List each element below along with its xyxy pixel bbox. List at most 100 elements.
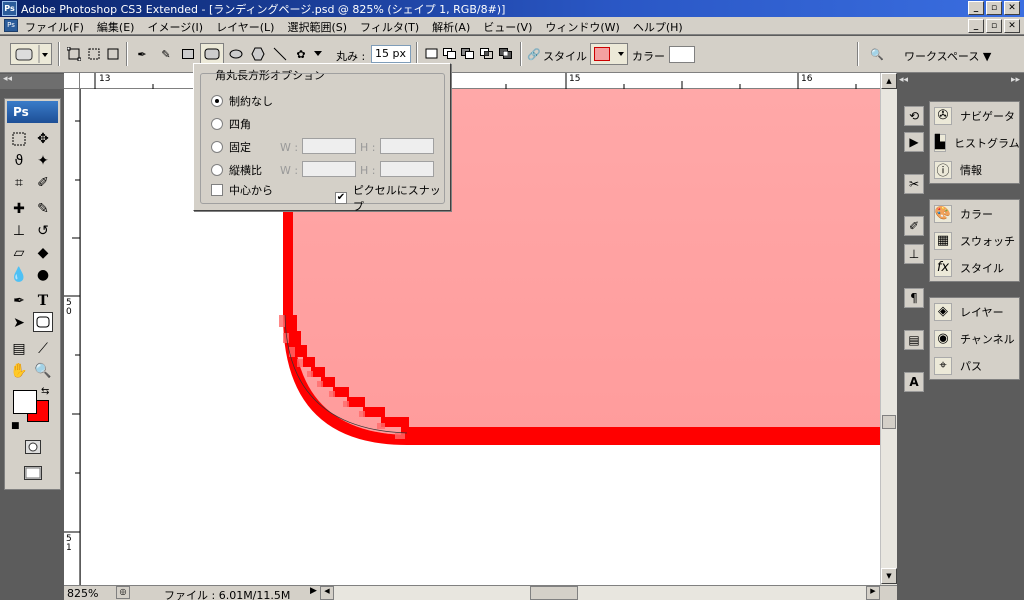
- workspace-menu[interactable]: ワークスペース ▼: [904, 48, 991, 64]
- path-selection-icon[interactable]: ➤: [9, 313, 29, 333]
- custom-shape-icon[interactable]: ✿: [293, 46, 309, 62]
- subtract-shape-mode-icon[interactable]: [460, 46, 476, 62]
- history-icon[interactable]: ⟲: [904, 106, 924, 126]
- menu-image[interactable]: イメージ(I): [147, 19, 203, 35]
- restore-button[interactable]: ▫: [986, 1, 1002, 15]
- eraser-tool-icon[interactable]: ▱: [9, 243, 29, 263]
- tool-presets-icon[interactable]: ✂: [904, 174, 924, 194]
- pen-tool-icon[interactable]: ✒: [134, 46, 150, 62]
- polygon-shape-icon[interactable]: [250, 46, 266, 62]
- default-colors-icon[interactable]: ■: [11, 421, 20, 431]
- horizontal-scroll-thumb[interactable]: [530, 586, 578, 600]
- ruler-origin[interactable]: [64, 73, 80, 89]
- menu-filter[interactable]: フィルタ(T): [360, 19, 419, 35]
- brushes-icon[interactable]: ✐: [904, 216, 924, 236]
- lasso-tool-icon[interactable]: ϑ: [9, 151, 29, 171]
- zoom-level[interactable]: 825%: [67, 587, 98, 600]
- foreground-color-swatch[interactable]: [13, 390, 37, 414]
- panel-channels[interactable]: ◉ チャンネル: [930, 325, 1019, 352]
- radio-unconstrained[interactable]: 制約なし: [211, 93, 273, 109]
- document-icon[interactable]: Ps: [4, 19, 18, 32]
- menu-view[interactable]: ビュー(V): [483, 19, 532, 35]
- hand-tool-icon[interactable]: ✋: [9, 361, 29, 381]
- menu-window[interactable]: ウィンドウ(W): [545, 19, 619, 35]
- toolbox-collapse-bar[interactable]: ◂◂: [0, 74, 64, 89]
- menu-edit[interactable]: 編集(E): [97, 19, 135, 35]
- ratio-width-field[interactable]: [302, 161, 356, 177]
- swap-colors-icon[interactable]: ⇆: [41, 386, 49, 397]
- panel-color[interactable]: 🎨 カラー: [930, 200, 1019, 227]
- scroll-thumb[interactable]: [882, 415, 896, 429]
- snap-to-pixels-checkbox[interactable]: ✔ ピクセルにスナップ: [335, 182, 450, 214]
- status-menu-arrow-icon[interactable]: ▶: [310, 586, 317, 596]
- eyedropper-icon[interactable]: ⟋: [33, 339, 53, 359]
- type-tool-icon[interactable]: T: [33, 291, 53, 311]
- new-layer-mode-icon[interactable]: [424, 46, 440, 62]
- panel-layers[interactable]: ◈ レイヤー: [930, 298, 1019, 325]
- panel-styles[interactable]: fx スタイル: [930, 254, 1019, 281]
- zoom-tool-icon[interactable]: 🔍: [33, 361, 53, 381]
- paragraph-icon[interactable]: ¶: [904, 288, 924, 308]
- actions-icon[interactable]: ▶: [904, 132, 924, 152]
- crop-tool-icon[interactable]: ⌗: [9, 173, 29, 193]
- scroll-down-arrow-icon[interactable]: ▼: [881, 568, 897, 584]
- ratio-height-field[interactable]: [380, 161, 434, 177]
- radio-square[interactable]: 四角: [211, 116, 251, 132]
- slice-tool-icon[interactable]: ✐: [33, 173, 53, 193]
- menu-help[interactable]: ヘルプ(H): [633, 19, 683, 35]
- minimize-button[interactable]: _: [968, 1, 984, 15]
- clone-source-icon[interactable]: ⊥: [904, 244, 924, 264]
- vertical-scrollbar[interactable]: ▲ ▼: [880, 73, 897, 585]
- freeform-pen-icon[interactable]: ✎: [158, 46, 174, 62]
- marquee-tool-icon[interactable]: [9, 129, 29, 149]
- move-tool-icon[interactable]: ✥: [33, 129, 53, 149]
- status-info-icon[interactable]: ◎: [116, 586, 130, 599]
- menu-file[interactable]: ファイル(F): [25, 19, 84, 35]
- close-button[interactable]: ✕: [1004, 1, 1020, 15]
- menu-analysis[interactable]: 解析(A): [432, 19, 470, 35]
- scroll-up-arrow-icon[interactable]: ▲: [881, 73, 897, 89]
- radio-fixed-size[interactable]: 固定: [211, 139, 251, 155]
- workspace-icon[interactable]: 🔍: [866, 46, 888, 62]
- line-shape-icon[interactable]: [272, 46, 288, 62]
- fill-pixels-icon[interactable]: [105, 46, 121, 62]
- dodge-tool-icon[interactable]: ●: [33, 265, 53, 285]
- link-style-icon[interactable]: 🔗: [526, 46, 542, 62]
- screen-mode-icon[interactable]: [23, 463, 43, 483]
- menu-layer[interactable]: レイヤー(L): [216, 19, 274, 35]
- radio-proportional[interactable]: 縦横比: [211, 162, 262, 178]
- shape-layers-icon[interactable]: [66, 46, 82, 62]
- healing-brush-icon[interactable]: ✚: [9, 199, 29, 219]
- fixed-height-field[interactable]: [380, 138, 434, 154]
- fixed-width-field[interactable]: [302, 138, 356, 154]
- from-center-checkbox[interactable]: 中心から: [211, 182, 273, 198]
- rounded-rectangle-tool-icon[interactable]: [33, 312, 53, 332]
- pen-tool-icon[interactable]: ✒: [9, 291, 29, 311]
- panel-info[interactable]: ⓘ 情報: [930, 156, 1019, 183]
- style-picker[interactable]: [590, 43, 628, 65]
- panel-paths[interactable]: ⌖ パス: [930, 352, 1019, 379]
- radius-input[interactable]: 15 px: [371, 45, 411, 63]
- color-swatch[interactable]: [669, 46, 695, 63]
- rounded-rectangle-shape-icon[interactable]: [200, 43, 224, 65]
- clone-stamp-icon[interactable]: ⊥: [9, 221, 29, 241]
- doc-minimize-button[interactable]: _: [968, 19, 984, 33]
- ellipse-shape-icon[interactable]: [228, 46, 244, 62]
- paths-icon[interactable]: [86, 46, 102, 62]
- notes-tool-icon[interactable]: ▤: [9, 339, 29, 359]
- panel-collapse-left-icon[interactable]: ◂◂: [899, 75, 908, 85]
- panel-swatches[interactable]: ▦ スウォッチ: [930, 227, 1019, 254]
- add-shape-mode-icon[interactable]: [442, 46, 458, 62]
- quick-mask-icon[interactable]: [23, 437, 43, 457]
- panel-histogram[interactable]: ▙ ヒストグラム: [930, 129, 1020, 156]
- doc-restore-button[interactable]: ▫: [986, 19, 1002, 33]
- menu-select[interactable]: 選択範囲(S): [287, 19, 347, 35]
- exclude-shape-mode-icon[interactable]: [498, 46, 514, 62]
- brush-tool-icon[interactable]: ✎: [33, 199, 53, 219]
- doc-close-button[interactable]: ✕: [1004, 19, 1020, 33]
- intersect-shape-mode-icon[interactable]: [479, 46, 495, 62]
- character-icon[interactable]: A: [904, 372, 924, 392]
- panel-navigator[interactable]: ✇ ナビゲータ: [930, 102, 1019, 129]
- paint-bucket-icon[interactable]: ◆: [33, 243, 53, 263]
- horizontal-scrollbar[interactable]: ◀ ▶: [320, 586, 880, 600]
